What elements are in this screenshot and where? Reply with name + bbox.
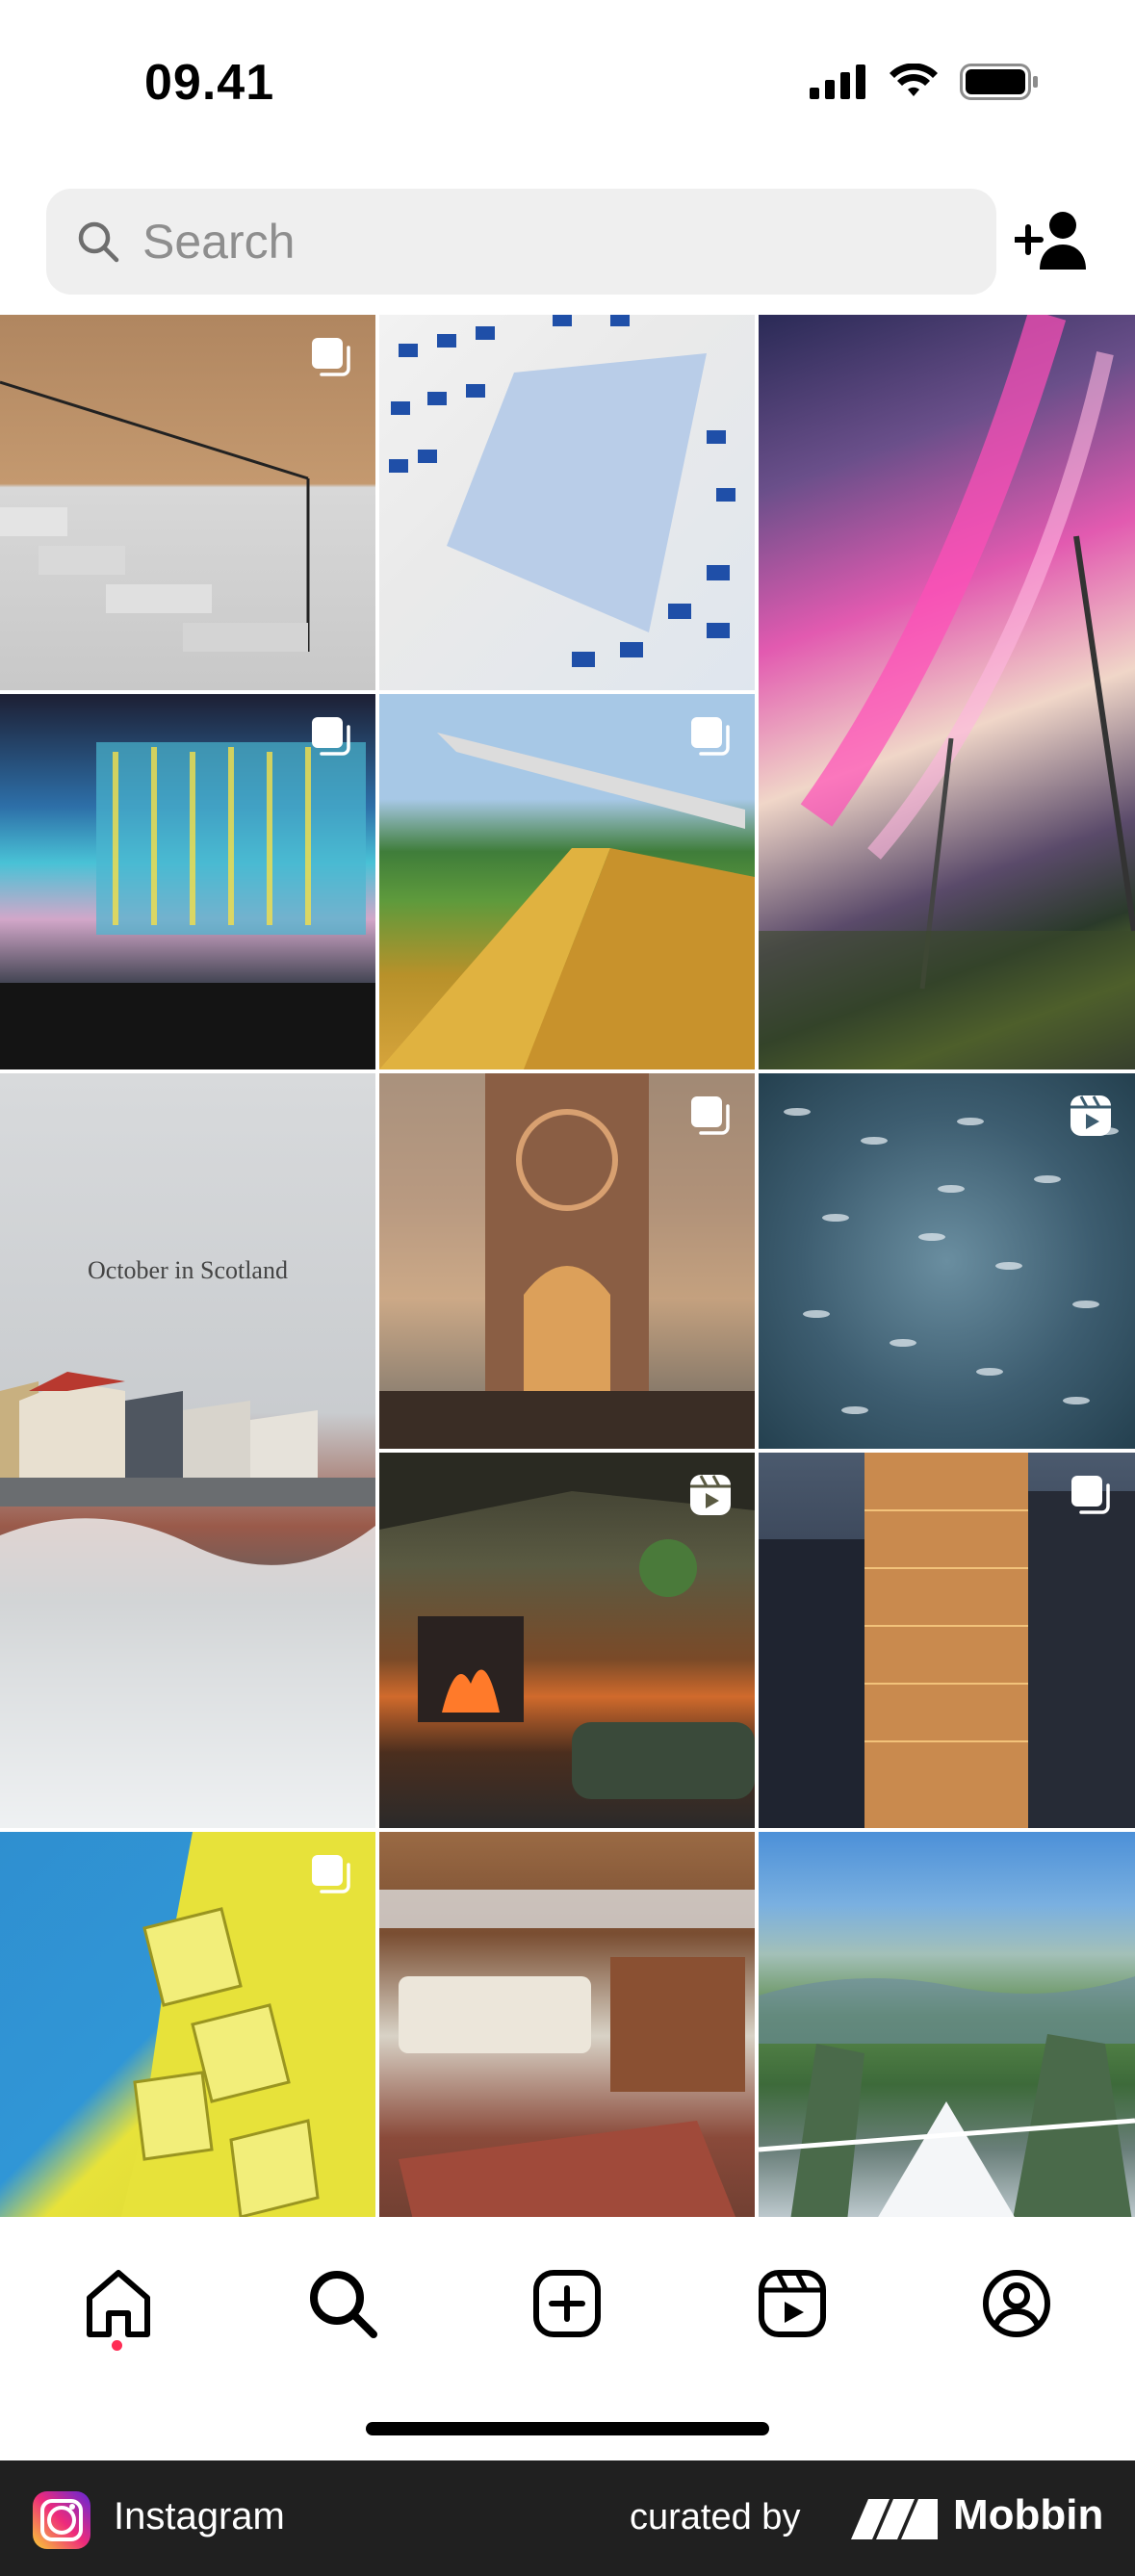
grid-tile-cabin[interactable] xyxy=(379,1453,755,1828)
footer-curated-label: curated by xyxy=(630,2497,801,2537)
home-icon xyxy=(87,2270,150,2337)
tab-reels[interactable] xyxy=(754,2265,831,2342)
grid-tile-yellow-building[interactable] xyxy=(0,1832,375,2240)
instagram-logo-icon xyxy=(33,2491,90,2549)
room-graphic xyxy=(379,1890,755,2240)
carousel-icon xyxy=(312,1855,350,1893)
grid-tile-windows[interactable] xyxy=(379,315,755,690)
search-input[interactable] xyxy=(142,214,913,270)
grid-tile-aurora[interactable] xyxy=(759,315,1135,1069)
footer-banner: Instagram curated by Mobbin xyxy=(0,2460,1135,2576)
add-person-icon[interactable] xyxy=(1015,210,1092,271)
home-indicator xyxy=(366,2422,769,2435)
tab-profile[interactable] xyxy=(978,2265,1055,2342)
active-tab-indicator xyxy=(112,2340,122,2351)
carousel-icon xyxy=(312,338,350,376)
profile-icon xyxy=(983,2270,1050,2337)
carousel-icon xyxy=(1071,1476,1110,1514)
status-time: 09.41 xyxy=(144,55,275,111)
grid-tile-room[interactable] xyxy=(379,1832,755,2240)
battery-icon xyxy=(960,64,1038,100)
create-icon xyxy=(533,2270,601,2337)
grid-tile-stairs[interactable] xyxy=(0,315,375,690)
tab-create[interactable] xyxy=(529,2265,606,2342)
footer-brand: Mobbin xyxy=(953,2491,1104,2538)
search-icon xyxy=(310,2271,377,2338)
status-icons xyxy=(810,64,1039,100)
carousel-icon xyxy=(312,717,350,756)
footer-app-name: Instagram xyxy=(114,2495,285,2537)
grid-tile-tower[interactable] xyxy=(759,1453,1135,1828)
mobbin-logo-icon xyxy=(851,2499,938,2539)
grid-tile-light-building[interactable] xyxy=(0,694,375,1069)
search-row xyxy=(0,189,1135,296)
windows-graphic xyxy=(389,315,735,667)
scotland-graphic xyxy=(0,1372,375,1828)
mountains-graphic xyxy=(759,1976,1135,2240)
grid-tile-scotland[interactable]: October in Scotland xyxy=(0,1073,375,1828)
search-icon xyxy=(78,221,119,263)
grid-tile-fish[interactable] xyxy=(759,1073,1135,1449)
wifi-icon xyxy=(890,64,938,96)
grid-tile-bridge[interactable] xyxy=(379,694,755,1069)
reels-icon xyxy=(690,1475,731,1515)
cellular-signal-icon xyxy=(810,64,865,99)
grid-tile-cathedral[interactable] xyxy=(379,1073,755,1449)
status-bar: 09.41 xyxy=(0,0,1135,168)
tab-home[interactable] xyxy=(80,2265,157,2342)
grid-tile-mountains[interactable] xyxy=(759,1832,1135,2240)
tab-bar xyxy=(0,2217,1135,2458)
search-bar[interactable] xyxy=(46,189,996,295)
aurora-graphic xyxy=(759,315,1135,1069)
carousel-icon xyxy=(691,1096,730,1135)
tab-search[interactable] xyxy=(304,2265,381,2342)
reels-icon xyxy=(1071,1095,1111,1136)
carousel-icon xyxy=(691,717,730,756)
explore-grid: October in Scotland xyxy=(0,315,1135,2240)
reels-icon xyxy=(759,2270,826,2337)
